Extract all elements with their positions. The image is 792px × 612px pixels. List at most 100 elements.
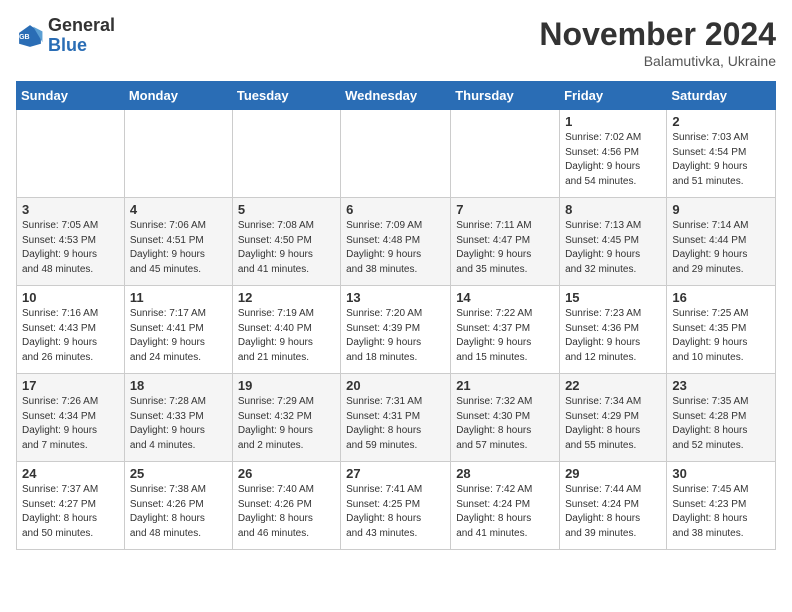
day-info: Sunrise: 7:45 AM Sunset: 4:23 PM Dayligh…	[672, 483, 770, 541]
header-saturday: Saturday	[667, 82, 776, 110]
day-info: Sunrise: 7:05 AM Sunset: 4:53 PM Dayligh…	[22, 219, 119, 277]
day-number: 17	[22, 378, 119, 393]
header-thursday: Thursday	[451, 82, 560, 110]
day-info: Sunrise: 7:22 AM Sunset: 4:37 PM Dayligh…	[456, 307, 554, 365]
week-row-1: 1 Sunrise: 7:02 AM Sunset: 4:56 PM Daylig…	[17, 110, 776, 198]
cell-0-0	[17, 110, 125, 198]
page-header: GB General Blue November 2024 Balamutivk…	[16, 16, 776, 69]
day-number: 11	[130, 290, 227, 305]
header-friday: Friday	[560, 82, 667, 110]
logo: GB General Blue	[16, 16, 115, 56]
month-title: November 2024	[539, 16, 776, 53]
day-info: Sunrise: 7:44 AM Sunset: 4:24 PM Dayligh…	[565, 483, 661, 541]
day-number: 19	[238, 378, 335, 393]
header-monday: Monday	[124, 82, 232, 110]
week-row-3: 10 Sunrise: 7:16 AM Sunset: 4:43 PM Dayli…	[17, 286, 776, 374]
cell-3-0: 17Sunrise: 7:26 AM Sunset: 4:34 PM Dayli…	[17, 374, 125, 462]
day-info: Sunrise: 7:28 AM Sunset: 4:33 PM Dayligh…	[130, 395, 227, 453]
day-number: 3	[22, 202, 119, 217]
day-info: Sunrise: 7:25 AM Sunset: 4:35 PM Dayligh…	[672, 307, 770, 365]
day-number: 26	[238, 466, 335, 481]
day-number: 24	[22, 466, 119, 481]
cell-1-2: 5 Sunrise: 7:08 AM Sunset: 4:50 PM Daylig…	[232, 198, 340, 286]
day-number: 21	[456, 378, 554, 393]
day-info: Sunrise: 7:02 AM Sunset: 4:56 PM Dayligh…	[565, 131, 661, 189]
day-info: Sunrise: 7:11 AM Sunset: 4:47 PM Dayligh…	[456, 219, 554, 277]
day-info: Sunrise: 7:35 AM Sunset: 4:28 PM Dayligh…	[672, 395, 770, 453]
day-number: 13	[346, 290, 445, 305]
cell-3-5: 22 Sunrise: 7:34 AM Sunset: 4:29 PM Dayli…	[560, 374, 667, 462]
day-number: 7	[456, 202, 554, 217]
day-info: Sunrise: 7:42 AM Sunset: 4:24 PM Dayligh…	[456, 483, 554, 541]
day-info: Sunrise: 7:19 AM Sunset: 4:40 PM Dayligh…	[238, 307, 335, 365]
cell-3-2: 19 Sunrise: 7:29 AM Sunset: 4:32 PM Dayli…	[232, 374, 340, 462]
day-info: Sunrise: 7:09 AM Sunset: 4:48 PM Dayligh…	[346, 219, 445, 277]
day-info: Sunrise: 7:29 AM Sunset: 4:32 PM Dayligh…	[238, 395, 335, 453]
day-number: 23	[672, 378, 770, 393]
cell-1-1: 4 Sunrise: 7:06 AM Sunset: 4:51 PM Daylig…	[124, 198, 232, 286]
day-number: 5	[238, 202, 335, 217]
cell-1-5: 8Sunrise: 7:13 AM Sunset: 4:45 PM Daylig…	[560, 198, 667, 286]
cell-2-5: 15Sunrise: 7:23 AM Sunset: 4:36 PM Dayli…	[560, 286, 667, 374]
day-number: 1	[565, 114, 661, 129]
title-block: November 2024 Balamutivka, Ukraine	[539, 16, 776, 69]
day-number: 22	[565, 378, 661, 393]
day-number: 25	[130, 466, 227, 481]
cell-1-6: 9Sunrise: 7:14 AM Sunset: 4:44 PM Daylig…	[667, 198, 776, 286]
cell-2-6: 16Sunrise: 7:25 AM Sunset: 4:35 PM Dayli…	[667, 286, 776, 374]
day-info: Sunrise: 7:06 AM Sunset: 4:51 PM Dayligh…	[130, 219, 227, 277]
cell-4-5: 29 Sunrise: 7:44 AM Sunset: 4:24 PM Dayli…	[560, 462, 667, 550]
day-number: 4	[130, 202, 227, 217]
cell-0-3	[341, 110, 451, 198]
day-info: Sunrise: 7:41 AM Sunset: 4:25 PM Dayligh…	[346, 483, 445, 541]
cell-0-6: 2 Sunrise: 7:03 AM Sunset: 4:54 PM Daylig…	[667, 110, 776, 198]
day-number: 30	[672, 466, 770, 481]
cell-0-5: 1 Sunrise: 7:02 AM Sunset: 4:56 PM Daylig…	[560, 110, 667, 198]
day-info: Sunrise: 7:32 AM Sunset: 4:30 PM Dayligh…	[456, 395, 554, 453]
day-info: Sunrise: 7:17 AM Sunset: 4:41 PM Dayligh…	[130, 307, 227, 365]
day-number: 10	[22, 290, 119, 305]
header-tuesday: Tuesday	[232, 82, 340, 110]
logo-line2: Blue	[48, 36, 115, 56]
logo-icon: GB	[16, 22, 44, 50]
header-sunday: Sunday	[17, 82, 125, 110]
day-info: Sunrise: 7:34 AM Sunset: 4:29 PM Dayligh…	[565, 395, 661, 453]
calendar-body: 1 Sunrise: 7:02 AM Sunset: 4:56 PM Daylig…	[17, 110, 776, 550]
cell-2-0: 10 Sunrise: 7:16 AM Sunset: 4:43 PM Dayli…	[17, 286, 125, 374]
day-number: 12	[238, 290, 335, 305]
cell-1-3: 6Sunrise: 7:09 AM Sunset: 4:48 PM Daylig…	[341, 198, 451, 286]
location-subtitle: Balamutivka, Ukraine	[539, 53, 776, 69]
day-number: 15	[565, 290, 661, 305]
cell-2-1: 11 Sunrise: 7:17 AM Sunset: 4:41 PM Dayli…	[124, 286, 232, 374]
week-row-5: 24Sunrise: 7:37 AM Sunset: 4:27 PM Dayli…	[17, 462, 776, 550]
cell-4-4: 28 Sunrise: 7:42 AM Sunset: 4:24 PM Dayli…	[451, 462, 560, 550]
day-number: 14	[456, 290, 554, 305]
day-info: Sunrise: 7:03 AM Sunset: 4:54 PM Dayligh…	[672, 131, 770, 189]
cell-4-6: 30 Sunrise: 7:45 AM Sunset: 4:23 PM Dayli…	[667, 462, 776, 550]
cell-1-0: 3 Sunrise: 7:05 AM Sunset: 4:53 PM Daylig…	[17, 198, 125, 286]
cell-3-1: 18 Sunrise: 7:28 AM Sunset: 4:33 PM Dayli…	[124, 374, 232, 462]
week-row-4: 17Sunrise: 7:26 AM Sunset: 4:34 PM Dayli…	[17, 374, 776, 462]
day-info: Sunrise: 7:13 AM Sunset: 4:45 PM Dayligh…	[565, 219, 661, 277]
header-wednesday: Wednesday	[341, 82, 451, 110]
cell-3-6: 23 Sunrise: 7:35 AM Sunset: 4:28 PM Dayli…	[667, 374, 776, 462]
day-number: 2	[672, 114, 770, 129]
day-number: 29	[565, 466, 661, 481]
day-number: 9	[672, 202, 770, 217]
cell-4-3: 27 Sunrise: 7:41 AM Sunset: 4:25 PM Dayli…	[341, 462, 451, 550]
calendar-header: Sunday Monday Tuesday Wednesday Thursday…	[17, 82, 776, 110]
cell-2-2: 12 Sunrise: 7:19 AM Sunset: 4:40 PM Dayli…	[232, 286, 340, 374]
cell-3-3: 20Sunrise: 7:31 AM Sunset: 4:31 PM Dayli…	[341, 374, 451, 462]
day-info: Sunrise: 7:38 AM Sunset: 4:26 PM Dayligh…	[130, 483, 227, 541]
cell-0-1	[124, 110, 232, 198]
cell-4-0: 24Sunrise: 7:37 AM Sunset: 4:27 PM Dayli…	[17, 462, 125, 550]
day-info: Sunrise: 7:08 AM Sunset: 4:50 PM Dayligh…	[238, 219, 335, 277]
day-number: 18	[130, 378, 227, 393]
calendar-table: Sunday Monday Tuesday Wednesday Thursday…	[16, 81, 776, 550]
day-info: Sunrise: 7:16 AM Sunset: 4:43 PM Dayligh…	[22, 307, 119, 365]
day-number: 27	[346, 466, 445, 481]
day-number: 28	[456, 466, 554, 481]
cell-2-3: 13Sunrise: 7:20 AM Sunset: 4:39 PM Dayli…	[341, 286, 451, 374]
cell-0-2	[232, 110, 340, 198]
cell-3-4: 21 Sunrise: 7:32 AM Sunset: 4:30 PM Dayli…	[451, 374, 560, 462]
